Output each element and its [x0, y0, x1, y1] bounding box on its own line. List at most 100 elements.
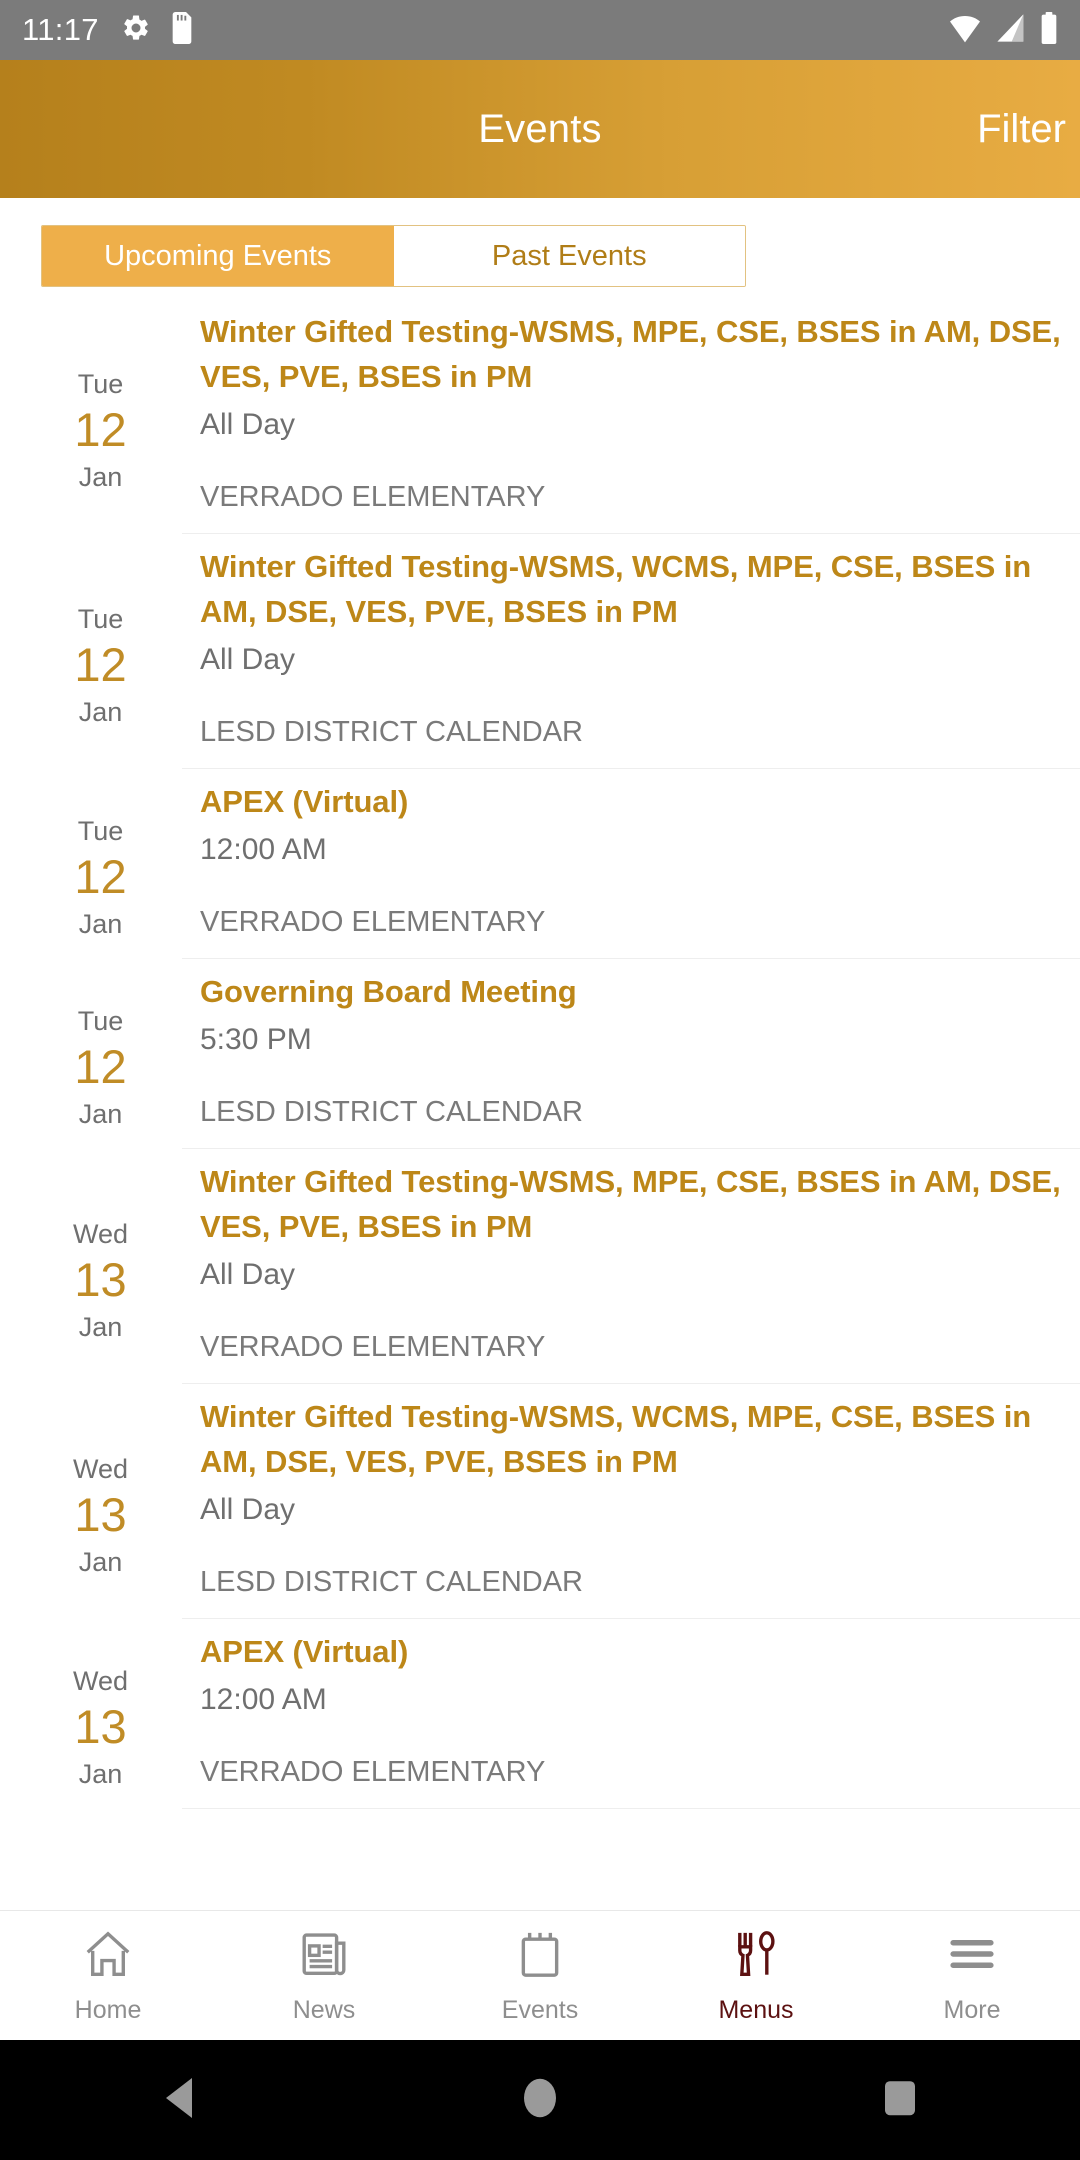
event-location: LESD DISTRICT CALENDAR [200, 1096, 583, 1128]
event-time: 12:00 AM [200, 833, 327, 866]
event-time: All Day [200, 643, 296, 676]
event-date-column: Tue 12 Jan [41, 309, 160, 544]
event-day-number: 12 [74, 637, 127, 691]
event-month: Jan [78, 909, 123, 939]
event-list-item[interactable]: Tue 12 Jan Governing Board Meeting 5:30 PM LE… [0, 969, 1080, 1159]
nav-item-more[interactable]: More [864, 1927, 1080, 2025]
home-button[interactable] [450, 2076, 630, 2125]
status-bar: 11:17 [0, 0, 1080, 60]
event-time: All Day [200, 1258, 296, 1291]
event-date-column: Tue 12 Jan [41, 779, 160, 969]
event-separator [182, 1618, 1080, 1619]
event-separator [182, 1808, 1080, 1809]
bottom-navigation: Home News Events Menus More [0, 1910, 1080, 2040]
event-month: Jan [78, 696, 123, 727]
page-title: Events [478, 106, 602, 151]
event-month: Jan [78, 1099, 123, 1129]
nav-item-label: Menus [718, 1995, 794, 2024]
nav-item-home[interactable]: Home [0, 1927, 216, 2025]
event-day-number: 12 [74, 1040, 127, 1093]
event-location: LESD DISTRICT CALENDAR [200, 1566, 583, 1598]
sd-card-icon [169, 11, 195, 49]
event-location: VERRADO ELEMENTARY [200, 1756, 546, 1788]
event-list-item[interactable]: Tue 12 Jan Winter Gifted Testing-WSMS, WCMS… [0, 544, 1080, 779]
event-separator [182, 533, 1080, 534]
event-details: Winter Gifted Testing-WSMS, WCMS, MPE, C… [160, 544, 1080, 779]
event-day-of-week: Tue [77, 603, 124, 634]
event-title: APEX (Virtual) [200, 784, 409, 819]
event-details: Winter Gifted Testing-WSMS, MPE, CSE, BS… [160, 1159, 1080, 1394]
system-navigation-bar [0, 2040, 1080, 2160]
calendar-icon [513, 1927, 567, 1986]
event-time: 12:00 AM [200, 1683, 327, 1716]
event-list-item[interactable]: Wed 13 Jan Winter Gifted Testing-WSMS, MPE,… [0, 1159, 1080, 1394]
event-day-of-week: Wed [72, 1218, 129, 1249]
event-day-of-week: Wed [72, 1666, 129, 1696]
recents-square-icon [881, 2076, 919, 2125]
event-day-number: 13 [74, 1487, 127, 1541]
app-bar: Events Filter [0, 60, 1080, 198]
event-time: 5:30 PM [200, 1023, 312, 1056]
event-day-number: 13 [74, 1252, 127, 1306]
event-day-of-week: Tue [77, 816, 124, 846]
wifi-icon [948, 13, 982, 48]
event-title: Winter Gifted Testing-WSMS, WCMS, MPE, C… [200, 1399, 1032, 1479]
event-details: Governing Board Meeting 5:30 PM LESD DISTR… [160, 969, 1080, 1159]
event-title: Winter Gifted Testing-WSMS, MPE, CSE, BS… [200, 314, 1061, 394]
tab-bar: Upcoming Events Past Events [41, 225, 746, 287]
event-date-column: Tue 12 Jan [41, 969, 160, 1159]
battery-icon [1040, 11, 1058, 49]
home-icon [81, 1927, 135, 1986]
event-time: All Day [200, 1493, 296, 1526]
event-date-column: Wed 13 Jan [41, 1629, 160, 1819]
back-triangle-icon [160, 2076, 200, 2125]
event-month: Jan [78, 1546, 123, 1577]
event-separator [182, 1383, 1080, 1384]
event-title: APEX (Virtual) [200, 1634, 409, 1669]
event-date-column: Tue 12 Jan [41, 544, 160, 779]
tab-bar-wrapper: Upcoming Events Past Events [0, 198, 1080, 287]
event-details: APEX (Virtual) 12:00 AM VERRADO ELEMENTARY [160, 779, 1080, 969]
cellular-signal-icon [996, 13, 1026, 48]
event-location: LESD DISTRICT CALENDAR [200, 716, 583, 748]
nav-item-menus[interactable]: Menus [648, 1927, 864, 2025]
nav-item-news[interactable]: News [216, 1927, 432, 2025]
event-location: VERRADO ELEMENTARY [200, 906, 546, 938]
nav-item-label: News [292, 1995, 356, 2024]
cutlery-icon [729, 1927, 783, 1986]
nav-item-events[interactable]: Events [432, 1927, 648, 2025]
event-list-item[interactable]: Wed 13 Jan APEX (Virtual) 12:00 AM VERRADO EL… [0, 1629, 1080, 1819]
recents-button[interactable] [810, 2076, 990, 2125]
event-date-column: Wed 13 Jan [41, 1394, 160, 1629]
events-list[interactable]: Tue 12 Jan Winter Gifted Testing-WSMS, MPE,… [0, 287, 1080, 1910]
event-time: All Day [200, 408, 296, 441]
event-separator [182, 1148, 1080, 1149]
back-button[interactable] [90, 2076, 270, 2125]
home-circle-icon [522, 2076, 558, 2125]
event-month: Jan [78, 461, 123, 492]
event-day-of-week: Wed [72, 1453, 129, 1484]
event-day-number: 12 [74, 850, 127, 903]
status-bar-left-icons [121, 11, 195, 49]
event-details: Winter Gifted Testing-WSMS, WCMS, MPE, C… [160, 1394, 1080, 1629]
event-day-of-week: Tue [77, 368, 124, 399]
tab-past-events[interactable]: Past Events [393, 226, 745, 286]
status-bar-clock: 11:17 [22, 12, 99, 47]
event-list-item[interactable]: Wed 13 Jan Winter Gifted Testing-WSMS, WCMS… [0, 1394, 1080, 1629]
event-title: Winter Gifted Testing-WSMS, WCMS, MPE, C… [200, 549, 1032, 629]
event-location: VERRADO ELEMENTARY [200, 1331, 546, 1363]
event-day-number: 13 [74, 1700, 127, 1753]
event-day-of-week: Tue [77, 1006, 124, 1036]
tab-upcoming-events[interactable]: Upcoming Events [42, 226, 394, 286]
event-list-item[interactable]: Tue 12 Jan APEX (Virtual) 12:00 AM VERRADO EL… [0, 779, 1080, 969]
filter-button[interactable]: Filter [977, 107, 1066, 152]
event-location: VERRADO ELEMENTARY [200, 481, 546, 513]
event-list-item[interactable]: Tue 12 Jan Winter Gifted Testing-WSMS, MPE,… [0, 309, 1080, 544]
event-title: Winter Gifted Testing-WSMS, MPE, CSE, BS… [200, 1164, 1061, 1244]
event-date-column: Wed 13 Jan [41, 1159, 160, 1394]
nav-item-label: Home [74, 1995, 142, 2024]
event-month: Jan [78, 1311, 123, 1342]
event-title: Governing Board Meeting [200, 974, 577, 1009]
nav-item-label: Events [501, 1995, 579, 2024]
event-separator [182, 958, 1080, 959]
